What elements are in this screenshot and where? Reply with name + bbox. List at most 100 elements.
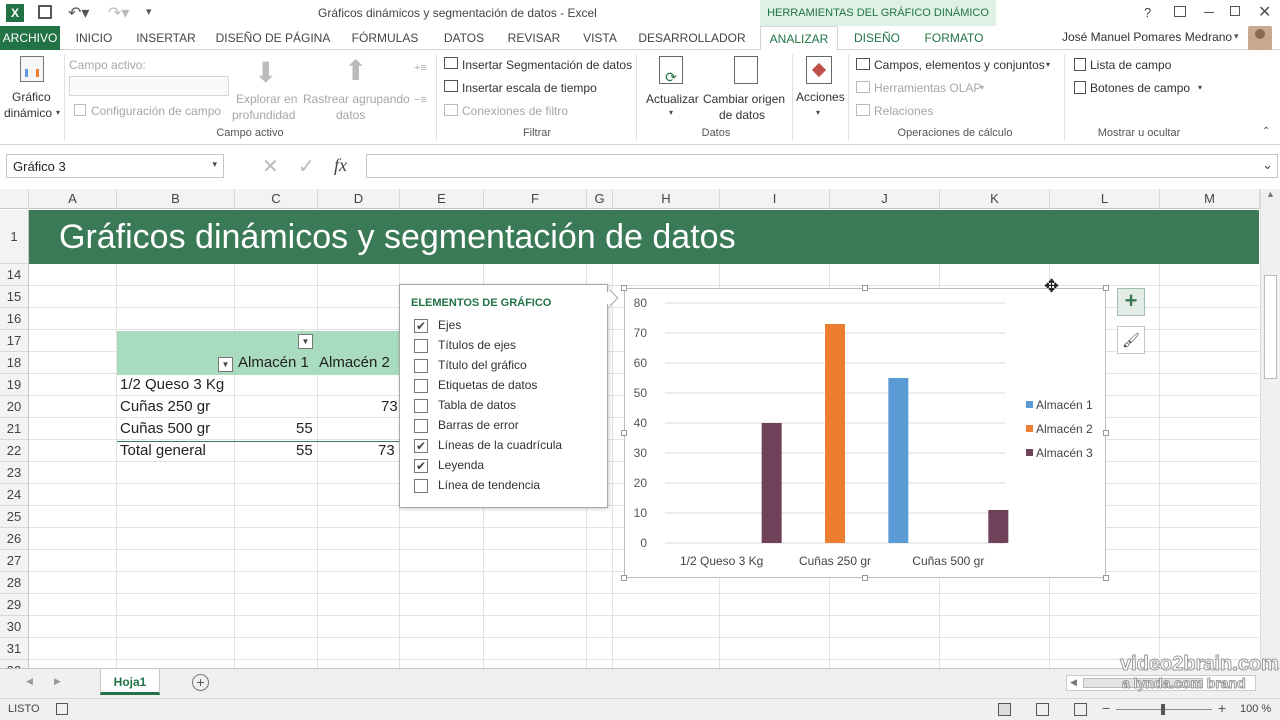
drill-down-label-1[interactable]: Explorar en [236,92,297,106]
column-header-l[interactable]: L [1050,189,1160,209]
drill-down-label-2[interactable]: profundidad [232,108,295,122]
resize-handle[interactable] [1103,430,1109,436]
insert-function-button[interactable]: fx [334,155,347,176]
column-header-j[interactable]: J [830,189,940,209]
row-header-18[interactable]: 18 [0,352,28,374]
sheet-tab-hoja1[interactable]: Hoja1 [100,669,160,695]
column-header-m[interactable]: M [1160,189,1260,209]
redo-icon[interactable]: ↷▾ [108,3,129,23]
scroll-up-icon[interactable]: ▲ [1266,189,1275,199]
next-sheet-icon[interactable]: ▶ [54,676,61,687]
row-header-29[interactable]: 29 [0,594,28,616]
column-header-g[interactable]: G [587,189,613,209]
new-sheet-icon[interactable]: + [192,674,209,691]
tab-archivo[interactable]: ARCHIVO [0,26,60,50]
normal-view-icon[interactable] [998,703,1011,716]
change-source-icon[interactable] [734,56,758,84]
collapse-ribbon-icon[interactable]: ⌃ [1262,126,1270,137]
chart-elements-button[interactable]: + [1117,288,1145,316]
tab-vista[interactable]: VISTA [574,26,626,50]
tab-diseno-pagina[interactable]: DISEÑO DE PÁGINA [210,26,336,50]
user-menu-chevron-icon[interactable]: ▾ [1234,31,1239,42]
chart-styles-button[interactable]: 🖌 [1117,326,1145,354]
fields-items-sets-button[interactable]: Campos, elementos y conjuntos [874,58,1045,72]
tab-desarrollador[interactable]: DESARROLLADOR [634,26,750,50]
row-header-23[interactable]: 23 [0,462,28,484]
customize-qat-icon[interactable]: ▾ [146,5,152,18]
row-header-28[interactable]: 28 [0,572,28,594]
title-banner[interactable]: Gráficos dinámicos y segmentación de dat… [29,210,1259,264]
drill-up-label-1[interactable]: Rastrear agrupando [303,92,410,106]
zoom-level[interactable]: 100 % [1240,703,1271,715]
minimize-icon[interactable] [1204,12,1214,13]
column-header-k[interactable]: K [940,189,1050,209]
avatar[interactable] [1248,26,1272,50]
resize-handle[interactable] [862,285,868,291]
pivot-chart-icon[interactable] [20,56,44,82]
checkbox-1[interactable]: ✔ [414,319,428,333]
insert-timeline-button[interactable]: Insertar escala de tiempo [462,81,597,95]
zoom-in-icon[interactable]: + [1218,700,1226,716]
resize-handle[interactable] [1103,285,1109,291]
drill-up-arrow-icon[interactable]: ⬆ [344,54,367,87]
save-icon[interactable] [38,5,52,19]
column-header-h[interactable]: H [613,189,720,209]
actions-button[interactable]: Acciones [796,90,845,104]
drill-up-label-2[interactable]: datos [336,108,365,122]
zoom-out-icon[interactable]: − [1102,700,1110,716]
column-header-c[interactable]: C [235,189,318,209]
tab-inicio[interactable]: INICIO [66,26,122,50]
column-header-a[interactable]: A [29,189,117,209]
ribbon-display-icon[interactable] [1174,6,1186,17]
row-header-31[interactable]: 31 [0,638,28,660]
close-icon[interactable]: ✕ [1258,2,1271,22]
row-header-19[interactable]: 19 [0,374,28,396]
collapse-field-icon[interactable]: −≡ [414,94,427,106]
help-button[interactable]: ? [1144,5,1151,20]
checkbox-2[interactable] [414,339,428,353]
row-header-20[interactable]: 20 [0,396,28,418]
restore-icon[interactable] [1230,6,1240,16]
row-header-30[interactable]: 30 [0,616,28,638]
row-header-27[interactable]: 27 [0,550,28,572]
pivot-chart[interactable]: 0 10 20 30 40 50 60 70 80 1/2 Queso 3 Kg Cuñas 250… [624,288,1106,578]
resize-handle[interactable] [621,575,627,581]
column-header-d[interactable]: D [318,189,400,209]
column-header-b[interactable]: B [117,189,235,209]
expand-formula-chevron-icon[interactable]: ⌄ [1262,157,1273,173]
field-buttons-button[interactable]: Botones de campo [1090,81,1190,95]
page-layout-view-icon[interactable] [1036,703,1049,716]
filter-connections-button[interactable]: Conexiones de filtro [462,104,568,118]
pivot-chart-label-2[interactable]: dinámico [4,106,52,120]
resize-handle[interactable] [621,285,627,291]
active-field-input[interactable] [69,76,229,96]
tab-formato[interactable]: FORMATO [916,26,992,50]
vertical-scrollbar[interactable]: ▲ ▼ [1260,189,1280,668]
checkbox-9[interactable] [414,479,428,493]
row-header-21[interactable]: 21 [0,418,28,440]
vertical-scroll-thumb[interactable] [1264,275,1277,379]
actions-icon[interactable] [806,56,832,84]
row-header-14[interactable]: 14 [0,264,28,286]
tab-revisar[interactable]: REVISAR [502,26,566,50]
checkbox-6[interactable] [414,419,428,433]
name-box-chevron-icon[interactable]: ▾ [212,159,217,170]
checkbox-7[interactable]: ✔ [414,439,428,453]
olap-tools-button[interactable]: Herramientas OLAP [874,81,981,95]
change-source-label-2[interactable]: de datos [719,108,765,122]
drill-down-arrow-icon[interactable]: ⬇ [254,56,277,89]
row-header-24[interactable]: 24 [0,484,28,506]
pivot-row-filter-icon[interactable]: ▼ [218,357,233,372]
change-source-label-1[interactable]: Cambiar origen [703,92,785,106]
name-box[interactable]: Gráfico 3 ▾ [6,154,224,178]
row-header-16[interactable]: 16 [0,308,28,330]
refresh-icon[interactable]: ⟳ [659,56,683,85]
macro-record-icon[interactable] [56,703,68,715]
row-header-25[interactable]: 25 [0,506,28,528]
tab-formulas[interactable]: FÓRMULAS [344,26,426,50]
tab-insertar[interactable]: INSERTAR [130,26,202,50]
select-all-corner[interactable] [0,189,29,209]
refresh-button[interactable]: Actualizar [646,92,699,106]
checkbox-5[interactable] [414,399,428,413]
column-header-e[interactable]: E [400,189,484,209]
